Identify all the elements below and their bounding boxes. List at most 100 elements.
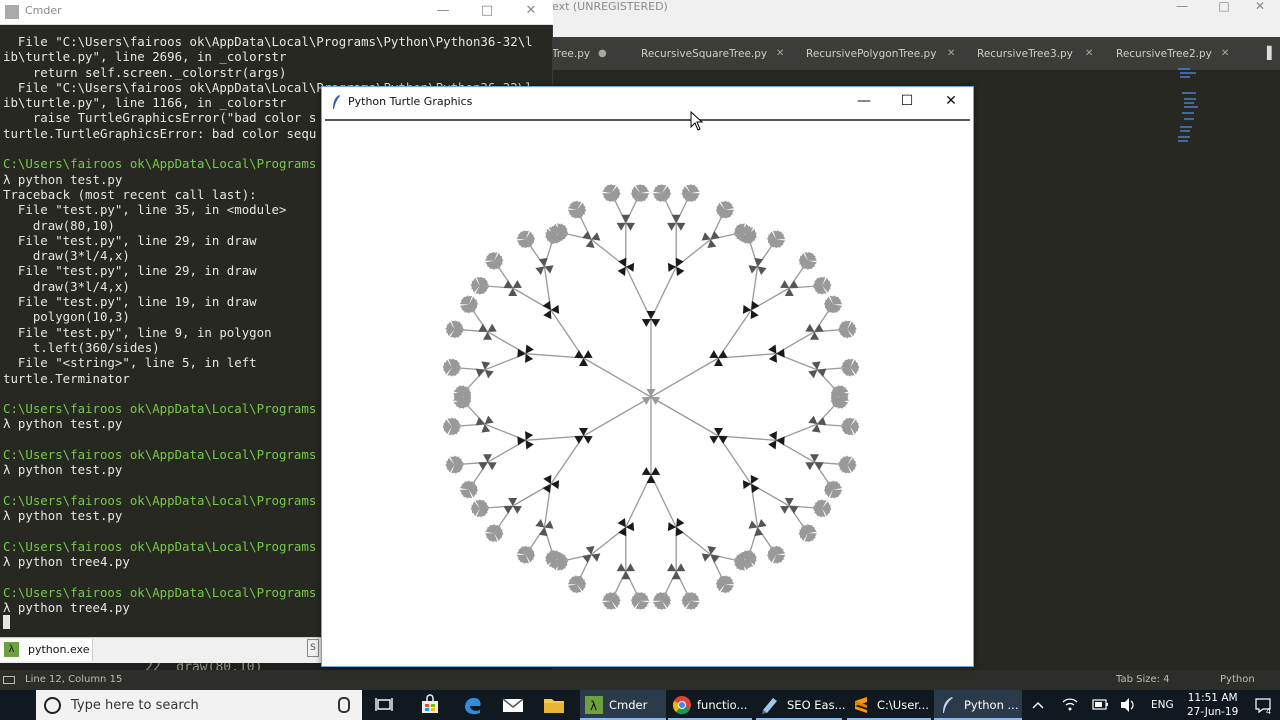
turtle-stamp [748, 519, 767, 537]
terminal-line: ib\turtle.py", line 2696, in _colorstr [3, 49, 287, 65]
tab-recursive-square-tree[interactable]: RecursiveSquareTree.py [641, 37, 767, 70]
task-view-icon[interactable] [372, 690, 396, 720]
chevron-up-icon[interactable] [1028, 690, 1048, 720]
edge-icon[interactable] [461, 690, 485, 720]
tab-label: RecursiveTree2.py [1116, 48, 1212, 60]
minimap[interactable] [1176, 66, 1202, 146]
start-button[interactable] [0, 690, 36, 720]
tree-branch [650, 396, 719, 437]
terminal-cursor [3, 615, 10, 630]
sublime-close-button[interactable]: ✕ [1240, 0, 1280, 14]
sublime-minimize-button[interactable]: — [1162, 0, 1202, 14]
terminal-line: File "C:\Users\fairoos ok\AppData\Local\… [3, 34, 533, 49]
lambda-icon: λ [4, 642, 19, 657]
turtle-maximize-button[interactable]: ☐ [885, 87, 929, 117]
speaker-icon[interactable] [1118, 690, 1138, 720]
turtle-stamp [742, 300, 760, 320]
turtle-stamp [582, 230, 601, 248]
svg-text:λ: λ [590, 699, 597, 713]
cmder-split-icon[interactable]: S [307, 639, 319, 657]
cmder-minimize-button[interactable]: — [428, 2, 458, 22]
taskbar-app-chrome[interactable]: functio... [668, 690, 752, 720]
turtle-stamp [582, 546, 601, 564]
turtle-stamp [535, 257, 554, 275]
tabs-scroll-icon[interactable]: ▐ [1260, 45, 1274, 61]
terminal-line: return self.screen._colorstr(args) [3, 64, 287, 80]
tab-label: Tree.py [552, 48, 591, 60]
battery-icon[interactable] [1090, 690, 1110, 720]
tree-branch [583, 357, 652, 398]
system-clock[interactable]: 11:51 AM 27-Jun-19 [1187, 691, 1238, 719]
notification-count: 4 [1266, 707, 1271, 716]
clock-date: 27-Jun-19 [1187, 706, 1239, 718]
syntax-mode[interactable]: Python [1220, 670, 1255, 690]
cmder-title: Cmder [25, 4, 62, 17]
tab-modified-dot-icon[interactable]: ● [598, 37, 607, 71]
turtle-canvas[interactable] [325, 119, 970, 666]
wifi-icon[interactable] [1060, 690, 1080, 720]
mic-icon[interactable] [338, 697, 350, 713]
taskbar-app-notepad[interactable]: SEO Eas... [756, 690, 846, 720]
turtle-stamp [742, 474, 760, 494]
taskbar-app-cmder[interactable]: λ Cmder [580, 690, 666, 720]
input-language[interactable]: ENG [1151, 699, 1174, 711]
cmder-icon: λ [585, 696, 603, 714]
taskbar-app-label: Cmder [609, 698, 648, 712]
clock-time: 11:51 AM [1187, 692, 1238, 704]
turtle-stamp [701, 230, 720, 248]
cmder-titlebar: Cmder — □ ✕ [0, 0, 553, 25]
mail-icon[interactable] [500, 690, 526, 720]
cmder-tab-python[interactable]: λ python.exe [0, 639, 93, 661]
taskbar-app-label: C:\User... [877, 698, 929, 712]
turtle-close-button[interactable]: ✕ [929, 87, 973, 117]
python-feather-icon [943, 697, 953, 713]
python-feather-icon [333, 95, 340, 109]
taskbar: Type here to search λ Cmder functio... S… [0, 690, 1280, 720]
explorer-icon[interactable] [541, 690, 567, 720]
turtle-minimize-button[interactable]: — [842, 87, 886, 117]
turtle-stamp [667, 257, 685, 276]
turtle-titlebar: Python Turtle Graphics — ☐ ✕ [322, 87, 973, 117]
notification-icon[interactable]: 4 [1253, 690, 1275, 720]
sublime-tabbar: Tree.py ● RecursiveSquareTree.py ✕ Recur… [552, 37, 1280, 70]
fractal-tree-drawing [442, 183, 860, 611]
tab-recursive-tree-3[interactable]: RecursiveTree3.py [977, 37, 1073, 70]
search-placeholder: Type here to search [71, 698, 199, 713]
taskbar-app-label: SEO Eas... [787, 698, 846, 712]
tab-recursive-polygon-tree[interactable]: RecursivePolygonTree.py [806, 37, 936, 70]
tab-size[interactable]: Tab Size: 4 [1116, 670, 1170, 690]
tab-label: RecursivePolygonTree.py [806, 48, 937, 60]
search-icon [44, 697, 61, 714]
store-icon[interactable] [418, 690, 442, 720]
sublime-title: ext (UNREGISTERED) [552, 0, 668, 13]
turtle-stamp [701, 546, 720, 564]
turtle-stamp [667, 518, 685, 537]
tab-close-icon[interactable]: ✕ [1085, 37, 1093, 71]
taskbar-app-sublime[interactable]: C:\User... [847, 690, 931, 720]
notepad-icon [762, 698, 777, 714]
tab-label: RecursiveTree3.py [977, 48, 1073, 60]
tab-close-icon[interactable]: ✕ [1221, 37, 1229, 71]
cmder-tab-label: python.exe [28, 643, 90, 656]
tree-branch [650, 357, 719, 398]
turtle-stamp [542, 474, 560, 494]
tab-tree[interactable]: Tree.py [552, 37, 590, 70]
taskbar-search-box[interactable]: Type here to search [36, 690, 362, 720]
tab-close-icon[interactable]: ✕ [947, 37, 955, 71]
tab-close-icon[interactable]: ✕ [776, 37, 784, 71]
status-bar: Line 12, Column 15 Tab Size: 4 Python [0, 670, 1280, 690]
turtle-stamp [542, 300, 560, 320]
cmder-maximize-button[interactable]: □ [472, 2, 502, 22]
cmder-close-button[interactable]: ✕ [516, 2, 546, 22]
sublime-icon [855, 697, 867, 713]
turtle-stamp [535, 519, 554, 537]
turtle-stamp [617, 257, 635, 276]
cmder-app-icon [5, 5, 19, 19]
sublime-maximize-button[interactable]: □ [1204, 0, 1244, 14]
turtle-stamp [617, 518, 635, 537]
panel-icon[interactable] [3, 676, 15, 684]
taskbar-app-label: Python ... [964, 698, 1019, 712]
mouse-pointer-icon [690, 111, 704, 131]
taskbar-app-python[interactable]: Python ... [934, 690, 1022, 720]
turtle-stamps [442, 183, 860, 611]
